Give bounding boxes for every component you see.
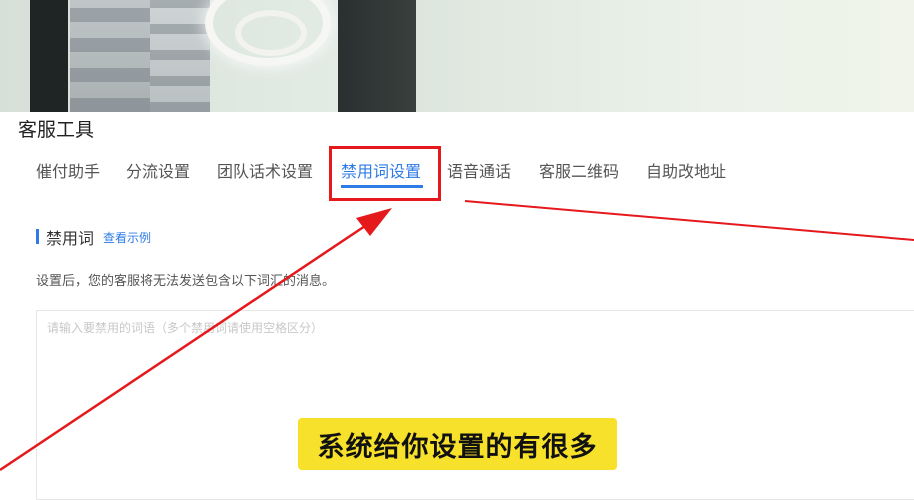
section-accent-bar	[36, 229, 39, 244]
tab-self-service-address[interactable]: 自助改地址	[646, 158, 726, 182]
annotation-highlight-box	[329, 146, 441, 201]
ceiling-lamp-inner	[235, 10, 307, 56]
subtitle-caption: 系统给你设置的有很多	[298, 418, 617, 470]
annotation-arrowhead	[356, 208, 392, 236]
tab-voice-call[interactable]: 语音通话	[447, 158, 511, 182]
background-building	[70, 0, 150, 112]
tab-payment-reminder[interactable]: 催付助手	[36, 158, 100, 182]
window-frame-right	[338, 0, 416, 112]
page-title: 客服工具	[18, 119, 95, 141]
video-background-photo	[0, 0, 914, 112]
tab-routing-settings[interactable]: 分流设置	[126, 158, 190, 182]
background-wall	[416, 0, 914, 112]
annotation-line	[464, 200, 914, 241]
section-description: 设置后，您的客服将无法发送包含以下词汇的消息。	[36, 274, 336, 289]
window-frame-left	[30, 0, 68, 112]
section-title: 禁用词	[46, 229, 95, 248]
tab-team-scripts[interactable]: 团队话术设置	[217, 158, 313, 182]
background-building-2	[150, 0, 210, 112]
view-example-link[interactable]: 查看示例	[103, 229, 151, 246]
tab-qr-code[interactable]: 客服二维码	[539, 158, 619, 182]
banned-words-input[interactable]	[36, 310, 914, 500]
